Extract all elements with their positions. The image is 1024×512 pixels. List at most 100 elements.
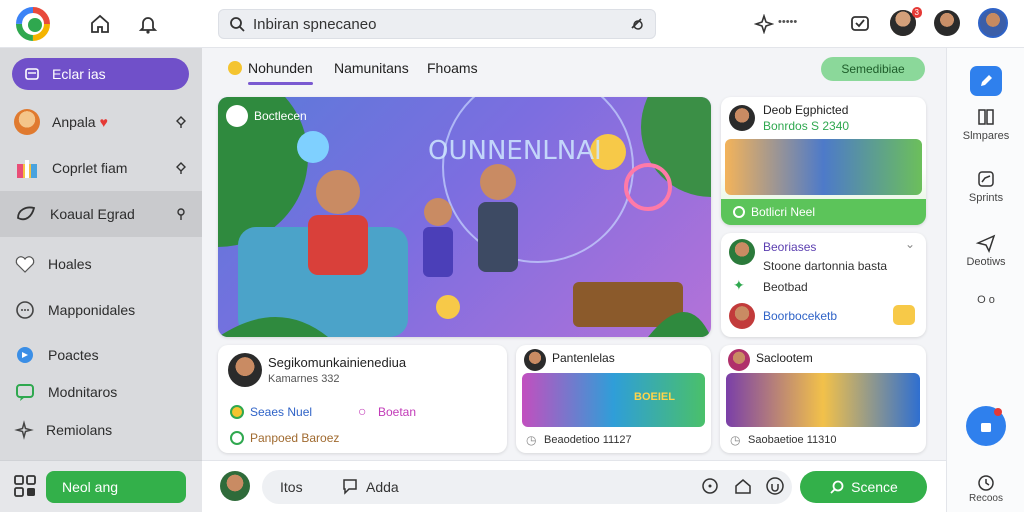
rail-item-fab[interactable] [947,406,1024,446]
sidebar-item-8[interactable]: Remiolans [0,407,202,453]
home-icon[interactable] [733,476,753,501]
sidebar-item-0[interactable]: Eclar ias [12,58,189,90]
card-line: Beotbad [763,280,808,294]
card-footer[interactable]: Botlicri Neel [721,199,926,225]
search-input[interactable] [253,15,629,33]
thumbnail-banner: BOEIEL [634,391,675,403]
sidebar-item-1[interactable]: Anpala ♥ [0,99,202,145]
rail-item-3[interactable]: Deotiws [947,232,1024,268]
hero-card[interactable]: OUNNENLNAI Boctlecen [218,97,711,337]
card-avatar [729,303,755,329]
bell-icon[interactable] [134,10,162,38]
grid-icon[interactable] [12,473,38,504]
sidebar-item-3[interactable]: Koaual Egrad [0,191,202,237]
leaf-icon [17,206,36,221]
user-avatar[interactable] [934,10,960,36]
composer-avatar[interactable] [220,471,250,501]
chat-icon[interactable] [340,476,360,501]
rail-item-compose[interactable] [947,66,1024,96]
profile-card[interactable]: Segikomunkainienediua Kamarnes 332 Seaes… [218,345,507,453]
rail-item-1[interactable]: Slmpares [947,106,1024,142]
sidebar-item-5[interactable]: Mapponidales [0,287,202,333]
top-bar: ••••• 3 [0,0,1024,48]
message-icon [16,384,34,401]
send-icon [975,234,996,253]
card-line: Stoone dartonnia basta [763,259,888,273]
info-card[interactable]: Beoriases ⌄ Stoone dartonnia basta ✦ Beo… [721,233,926,337]
pin-icon[interactable] [174,161,188,175]
sidebar-item-2[interactable]: Coprlet fiam [0,145,202,191]
hero-banner-text: OUNNENLNAI [428,136,602,166]
clear-icon[interactable] [629,16,645,32]
book-icon [978,109,994,125]
card-avatar [228,353,262,387]
sidebar-item-label: Modnitaros [48,384,118,400]
gift-icon [17,160,37,178]
rail-item-2[interactable]: Sprints [947,168,1024,204]
composer-chip[interactable]: Itos [280,479,303,495]
media-card[interactable]: Pantenlelas BOEIEL ◷ Beaodetioo 11127 [516,345,711,453]
right-rail: Slmpares Sprints Deotiws O o Recoos [946,48,1024,512]
sidebar-item-label: Koaual Egrad [50,206,135,222]
info-icon[interactable] [700,476,720,501]
card-stat[interactable]: Boetan [378,405,416,419]
featured-card[interactable]: Deob Egphicted Bonrdos S 2340 Botlicri N… [721,97,926,225]
sidebar-item-label: Anpala [52,114,96,130]
rail-item-label: Recoos [969,493,1003,504]
rail-item-label: Deotiws [966,256,1006,268]
notification-avatar[interactable]: 3 [890,7,922,36]
hero-chip[interactable]: Boctlecen [226,105,307,127]
card-thumbnail [726,373,920,427]
coin-icon [230,405,244,424]
chat-icon [16,301,34,319]
card-avatar [728,349,750,371]
inbox-icon [25,68,39,80]
emoji-icon [226,105,248,127]
card-title: Deob Egphicted [763,103,849,117]
tab-2[interactable]: Fhoams [427,60,478,76]
profile-avatar[interactable] [978,8,1008,38]
search-bar[interactable] [218,9,656,39]
card-avatar [729,239,755,265]
checkbox-icon[interactable] [846,10,874,38]
rail-item-bottom[interactable]: Recoos [947,474,1024,504]
app-logo[interactable] [14,6,52,42]
pin-icon[interactable] [174,115,188,129]
card-title: Segikomunkainienediua [268,355,407,370]
card-subtitle: Bonrdos S 2340 [763,119,850,133]
gallery-card[interactable]: Saclootem ◷ Saobaetioe 11310 [720,345,926,453]
card-thumbnail: BOEIEL [522,373,705,427]
rail-item-label: O o [977,294,995,306]
coin-icon [228,61,242,80]
add-icon [966,406,1006,446]
next-button[interactable]: Neol ang [46,471,186,503]
sidebar: Eclar ias Anpala ♥ Coprlet fiam Koaual E… [0,48,202,460]
trophy-icon [893,305,915,325]
card-stat[interactable]: Panpoed Baroez [250,431,339,445]
card-footer-label: Botlicri Neel [751,205,816,219]
rail-item-label: Slmpares [962,130,1010,142]
card-title: Saclootem [756,351,813,365]
play-icon [17,347,33,363]
card-stat[interactable]: Seaes Nuel [250,405,312,419]
card-footer: Beaodetioo 11127 [544,434,632,446]
sidebar-item-4[interactable]: Hoales [0,241,202,287]
sidebar-item-label: Remiolans [46,422,113,438]
rail-item-4[interactable]: O o [947,294,1024,306]
notification-badge: 3 [911,7,922,18]
card-title: Pantenlelas [552,351,615,365]
check-icon [230,431,244,450]
tab-1[interactable]: Namunitans [334,60,409,76]
tab-action-button[interactable]: Semedibiae [821,57,925,81]
pin-icon[interactable] [174,207,188,221]
tab-0[interactable]: Nohunden [248,60,313,85]
sparkle-icon[interactable] [750,10,778,38]
emoji-icon[interactable] [765,476,785,501]
composer-chip[interactable]: Adda [366,479,399,495]
sidebar-item-label: Coprlet fiam [52,160,128,176]
chevron-down-icon[interactable]: ⌄ [905,237,915,251]
send-button[interactable]: Scence [800,471,927,503]
home-icon[interactable] [86,10,114,38]
card-link[interactable]: Boorboceketb [763,309,837,323]
card-title: Beoriases [763,240,817,254]
